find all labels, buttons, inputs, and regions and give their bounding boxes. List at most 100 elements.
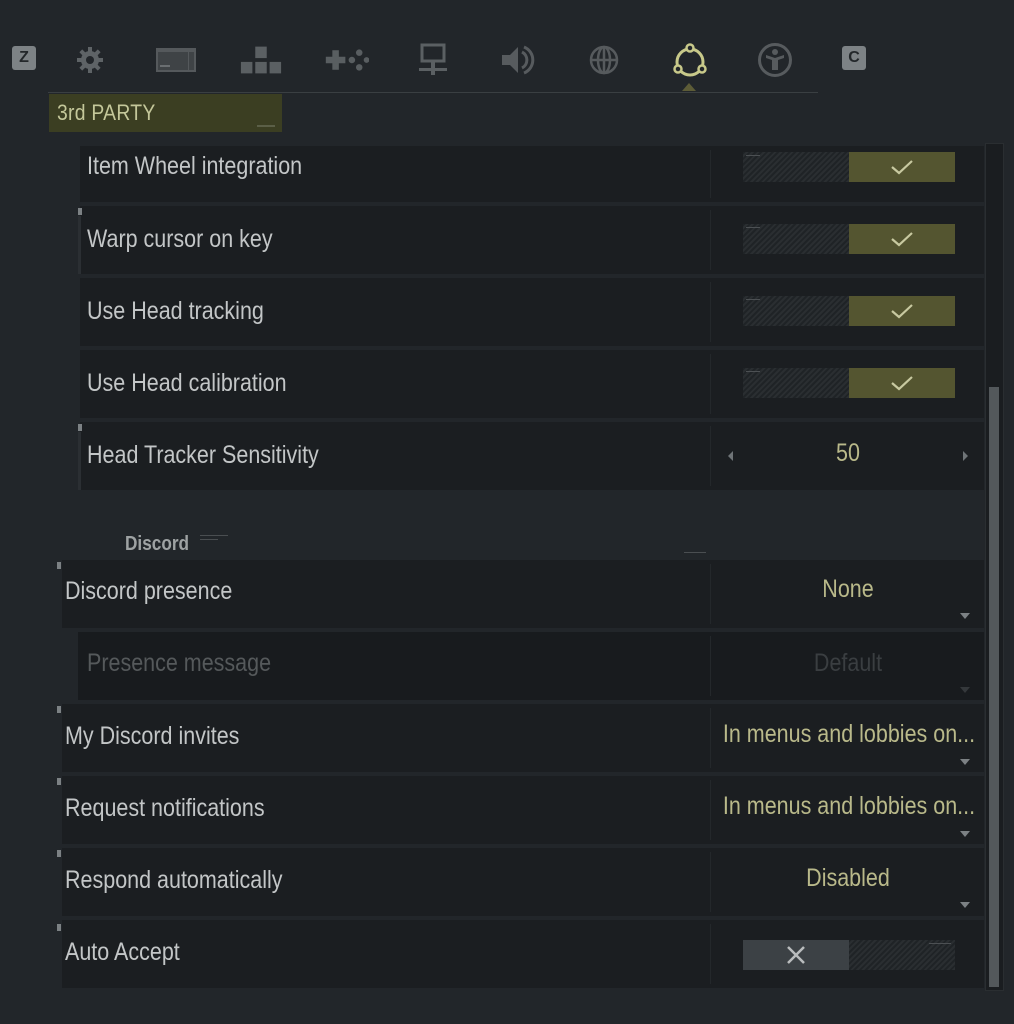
decorative-mark	[746, 299, 760, 300]
divider	[710, 426, 711, 486]
setting-row-head-tracker-sensitivity[interactable]: Head Tracker Sensitivity 50	[78, 422, 984, 490]
divider	[710, 924, 711, 984]
toggle-on-area	[849, 152, 955, 182]
keyboard-arrows-icon	[240, 46, 282, 74]
presence-message-value: Default	[813, 649, 883, 677]
respond-automatically-value[interactable]: Disabled	[762, 864, 934, 893]
setting-row-respond-automatically[interactable]: Respond automatically Disabled	[57, 848, 984, 916]
setting-row-head-calibration[interactable]: Use Head calibration	[80, 350, 984, 418]
tab-third-party[interactable]	[668, 40, 712, 80]
divider	[710, 636, 711, 696]
toggle-on-area	[849, 224, 955, 254]
divider	[710, 150, 711, 198]
setting-label: Respond automatically	[65, 866, 283, 894]
setting-row-discord-presence[interactable]: Discord presence None	[57, 560, 984, 628]
decorative-mark	[746, 227, 760, 228]
row-indicator	[78, 424, 82, 431]
setting-label: Warp cursor on key	[87, 225, 273, 253]
setting-row-warp-cursor[interactable]: Warp cursor on key	[78, 206, 984, 274]
toggle-on-area	[849, 296, 955, 326]
setting-label: Use Head calibration	[87, 369, 287, 397]
setting-label: Item Wheel integration	[87, 152, 303, 180]
tab-language[interactable]	[582, 40, 626, 80]
decorative-mark	[200, 539, 218, 540]
setting-label: Auto Accept	[65, 938, 180, 966]
section-title: 3rd PARTY	[49, 94, 282, 132]
chevron-down-icon[interactable]	[960, 831, 970, 837]
setting-row-presence-message: Presence message Default	[78, 632, 984, 700]
tab-controller[interactable]	[325, 40, 369, 80]
chevron-down-icon[interactable]	[960, 902, 970, 908]
divider	[710, 210, 711, 270]
toggle-off-area	[743, 940, 849, 970]
divider	[710, 282, 711, 342]
tab-display[interactable]	[154, 40, 198, 80]
head-calibration-toggle[interactable]	[743, 368, 955, 398]
divider	[710, 564, 711, 624]
checkmark-icon	[891, 232, 913, 247]
setting-row-item-wheel[interactable]: Item Wheel integration	[80, 146, 984, 202]
chevron-down-icon[interactable]	[960, 759, 970, 765]
head-tracking-toggle[interactable]	[743, 296, 955, 326]
decorative-mark	[746, 371, 760, 372]
scrollbar-thumb[interactable]	[989, 387, 999, 987]
setting-row-request-notifications[interactable]: Request notifications In menus and lobbi…	[57, 776, 984, 844]
toggle-on-area	[849, 368, 955, 398]
row-indicator	[57, 562, 61, 569]
gamepad-icon	[325, 49, 369, 71]
divider	[710, 708, 711, 768]
chevron-down-icon[interactable]	[960, 613, 970, 619]
decorative-mark	[200, 535, 228, 536]
setting-row-my-discord-invites[interactable]: My Discord invites In menus and lobbies …	[57, 704, 984, 772]
toggle-on-area	[849, 940, 955, 970]
tab-network[interactable]	[411, 40, 455, 80]
decorative-mark	[746, 155, 760, 156]
my-discord-invites-value[interactable]: In menus and lobbies on...	[717, 720, 980, 749]
display-icon	[156, 48, 196, 72]
discord-section-title: Discord	[125, 533, 190, 555]
divider	[710, 852, 711, 912]
section-title-text: 3rd PARTY	[57, 100, 156, 125]
close-x-icon	[787, 946, 805, 964]
auto-accept-toggle[interactable]	[743, 940, 955, 970]
discord-presence-value[interactable]: None	[762, 575, 934, 604]
tab-general[interactable]	[68, 40, 112, 80]
decrease-arrow-icon[interactable]	[728, 451, 733, 461]
divider	[710, 780, 711, 840]
setting-row-head-tracking[interactable]: Use Head tracking	[80, 278, 984, 346]
item-wheel-toggle[interactable]	[743, 152, 955, 182]
setting-label: Request notifications	[65, 794, 265, 822]
row-indicator	[57, 924, 61, 931]
tab-audio[interactable]	[497, 40, 541, 80]
next-tab-key-badge[interactable]: C	[842, 46, 866, 70]
row-bar	[78, 432, 81, 490]
row-bar	[78, 216, 81, 274]
toggle-off-area	[743, 296, 849, 326]
prev-tab-key-badge[interactable]: Z	[12, 46, 36, 70]
tab-keybindings[interactable]	[239, 40, 283, 80]
increase-arrow-icon[interactable]	[963, 451, 968, 461]
decorative-mark	[257, 125, 275, 127]
checkmark-icon	[891, 376, 913, 391]
toggle-off-area	[743, 152, 849, 182]
row-indicator	[57, 850, 61, 857]
third-party-icon	[673, 43, 707, 77]
chevron-down-icon	[960, 687, 970, 693]
row-indicator	[78, 208, 82, 215]
request-notifications-value[interactable]: In menus and lobbies on...	[717, 792, 980, 821]
checkmark-icon	[891, 160, 913, 175]
setting-label: Discord presence	[65, 577, 233, 605]
toggle-off-area	[743, 368, 849, 398]
tab-accessibility[interactable]	[753, 40, 797, 80]
globe-icon	[589, 45, 619, 75]
setting-row-auto-accept[interactable]: Auto Accept	[57, 920, 984, 988]
setting-label: Presence message	[87, 649, 272, 677]
row-indicator	[57, 778, 61, 785]
setting-label: My Discord invites	[65, 722, 240, 750]
divider	[710, 354, 711, 414]
checkmark-icon	[891, 304, 913, 319]
setting-label: Head Tracker Sensitivity	[87, 441, 319, 469]
setting-label: Use Head tracking	[87, 297, 264, 325]
warp-cursor-toggle[interactable]	[743, 224, 955, 254]
speaker-icon	[502, 45, 535, 75]
